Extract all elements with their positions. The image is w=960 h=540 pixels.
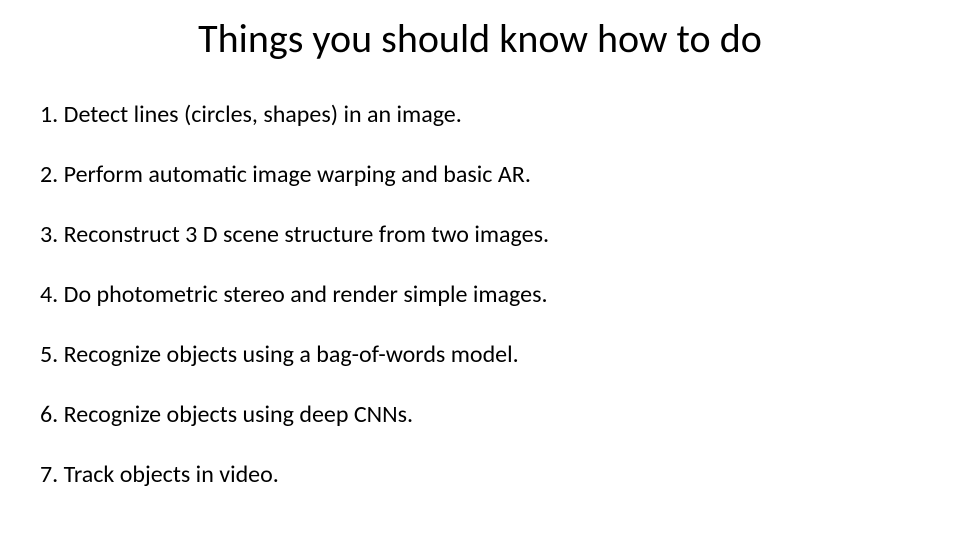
slide-title: Things you should know how to do (0, 14, 960, 63)
list-item: 5. Recognize objects using a bag-of-word… (40, 340, 920, 370)
item-text: Reconstruct 3 D scene structure from two… (64, 220, 549, 249)
item-text: Recognize objects using deep CNNs. (64, 400, 413, 429)
list-item: 3. Reconstruct 3 D scene structure from … (40, 220, 920, 250)
item-number: 5. (40, 340, 58, 369)
item-text: Do photometric stereo and render simple … (64, 280, 548, 309)
item-number: 1. (40, 100, 58, 129)
item-number: 6. (40, 400, 58, 429)
item-text: Track objects in video. (64, 460, 279, 489)
list-item: 7. Track objects in video. (40, 460, 920, 490)
slide-body: 1. Detect lines (circles, shapes) in an … (40, 100, 920, 520)
item-number: 4. (40, 280, 58, 309)
list-item: 2. Perform automatic image warping and b… (40, 160, 920, 190)
list-item: 6. Recognize objects using deep CNNs. (40, 400, 920, 430)
slide: Things you should know how to do 1. Dete… (0, 0, 960, 540)
item-text: Recognize objects using a bag-of-words m… (64, 340, 519, 369)
item-text: Perform automatic image warping and basi… (64, 160, 531, 189)
item-number: 7. (40, 460, 58, 489)
item-number: 3. (40, 220, 58, 249)
list-item: 4. Do photometric stereo and render simp… (40, 280, 920, 310)
item-text: Detect lines (circles, shapes) in an ima… (64, 100, 462, 129)
item-number: 2. (40, 160, 58, 189)
list-item: 1. Detect lines (circles, shapes) in an … (40, 100, 920, 130)
